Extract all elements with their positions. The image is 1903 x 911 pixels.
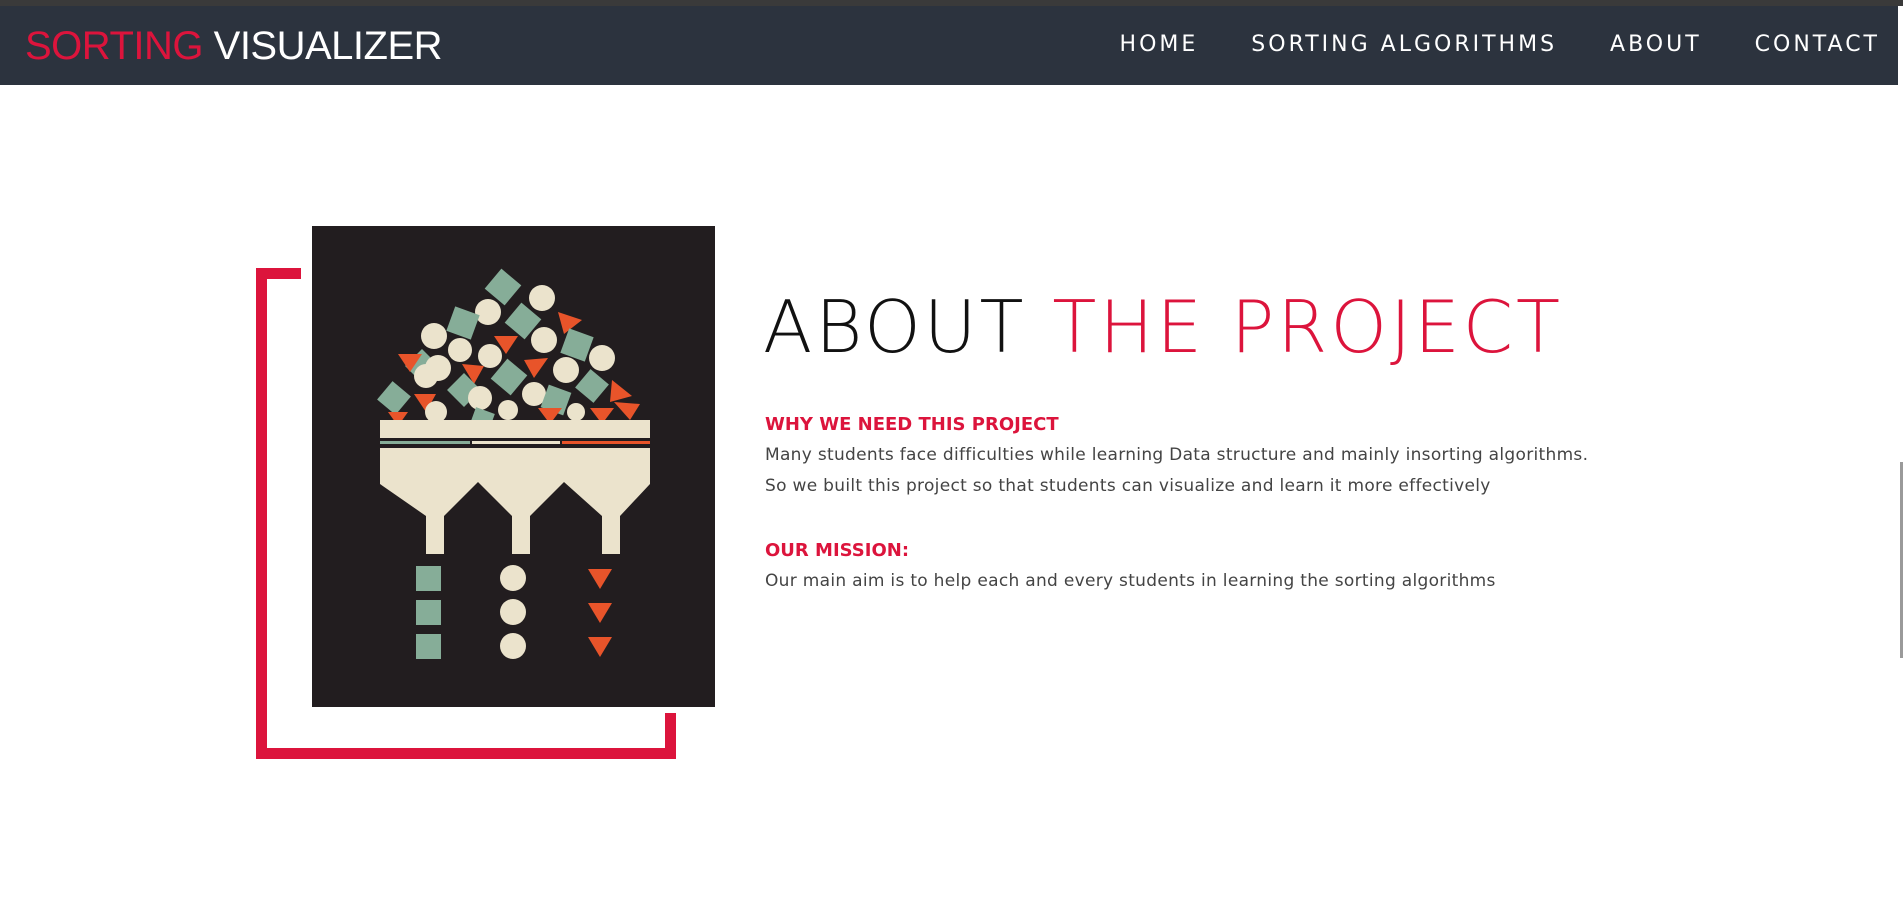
about-title-part2: THE PROJECT bbox=[1052, 285, 1563, 369]
sorting-funnel-illustration bbox=[312, 226, 715, 707]
funnel-body bbox=[380, 448, 650, 554]
frame-right-bar bbox=[665, 713, 676, 759]
frame-left-bar bbox=[256, 268, 267, 759]
about-title: ABOUT THE PROJECT bbox=[763, 282, 1563, 372]
why-line-2: So we built this project so that student… bbox=[765, 476, 1491, 496]
why-line-1: Many students face difficulties while le… bbox=[765, 445, 1589, 465]
brand-word-sorting: SORTING bbox=[25, 24, 204, 68]
frame-bottom-bar bbox=[256, 748, 676, 759]
page: SORTING VISUALIZER HOME SORTING ALGORITH… bbox=[0, 0, 1903, 911]
sieve-bar bbox=[380, 420, 650, 438]
nav-link-sorting-algorithms[interactable]: SORTING ALGORITHMS bbox=[1251, 32, 1557, 57]
nav-link-contact[interactable]: CONTACT bbox=[1755, 32, 1880, 57]
nav-link-home[interactable]: HOME bbox=[1120, 32, 1199, 57]
about-title-part1: ABOUT bbox=[763, 285, 1027, 369]
sorting-funnel-icon bbox=[377, 268, 650, 659]
nav-link-about[interactable]: ABOUT bbox=[1610, 32, 1702, 57]
main-nav: HOME SORTING ALGORITHMS ABOUT CONTACT bbox=[1120, 32, 1880, 57]
mission-heading: OUR MISSION: bbox=[765, 540, 910, 561]
brand-logo[interactable]: SORTING VISUALIZER bbox=[25, 24, 443, 68]
navbar: SORTING VISUALIZER HOME SORTING ALGORITH… bbox=[0, 6, 1898, 85]
why-heading: WHY WE NEED THIS PROJECT bbox=[765, 414, 1059, 435]
brand-word-visualizer: VISUALIZER bbox=[203, 24, 443, 68]
brand-word-visualizer-text: VISUALIZER bbox=[213, 24, 443, 68]
sorted-output-columns bbox=[416, 565, 612, 659]
mission-text: Our main aim is to help each and every s… bbox=[765, 571, 1496, 591]
shape-pile bbox=[377, 268, 640, 433]
